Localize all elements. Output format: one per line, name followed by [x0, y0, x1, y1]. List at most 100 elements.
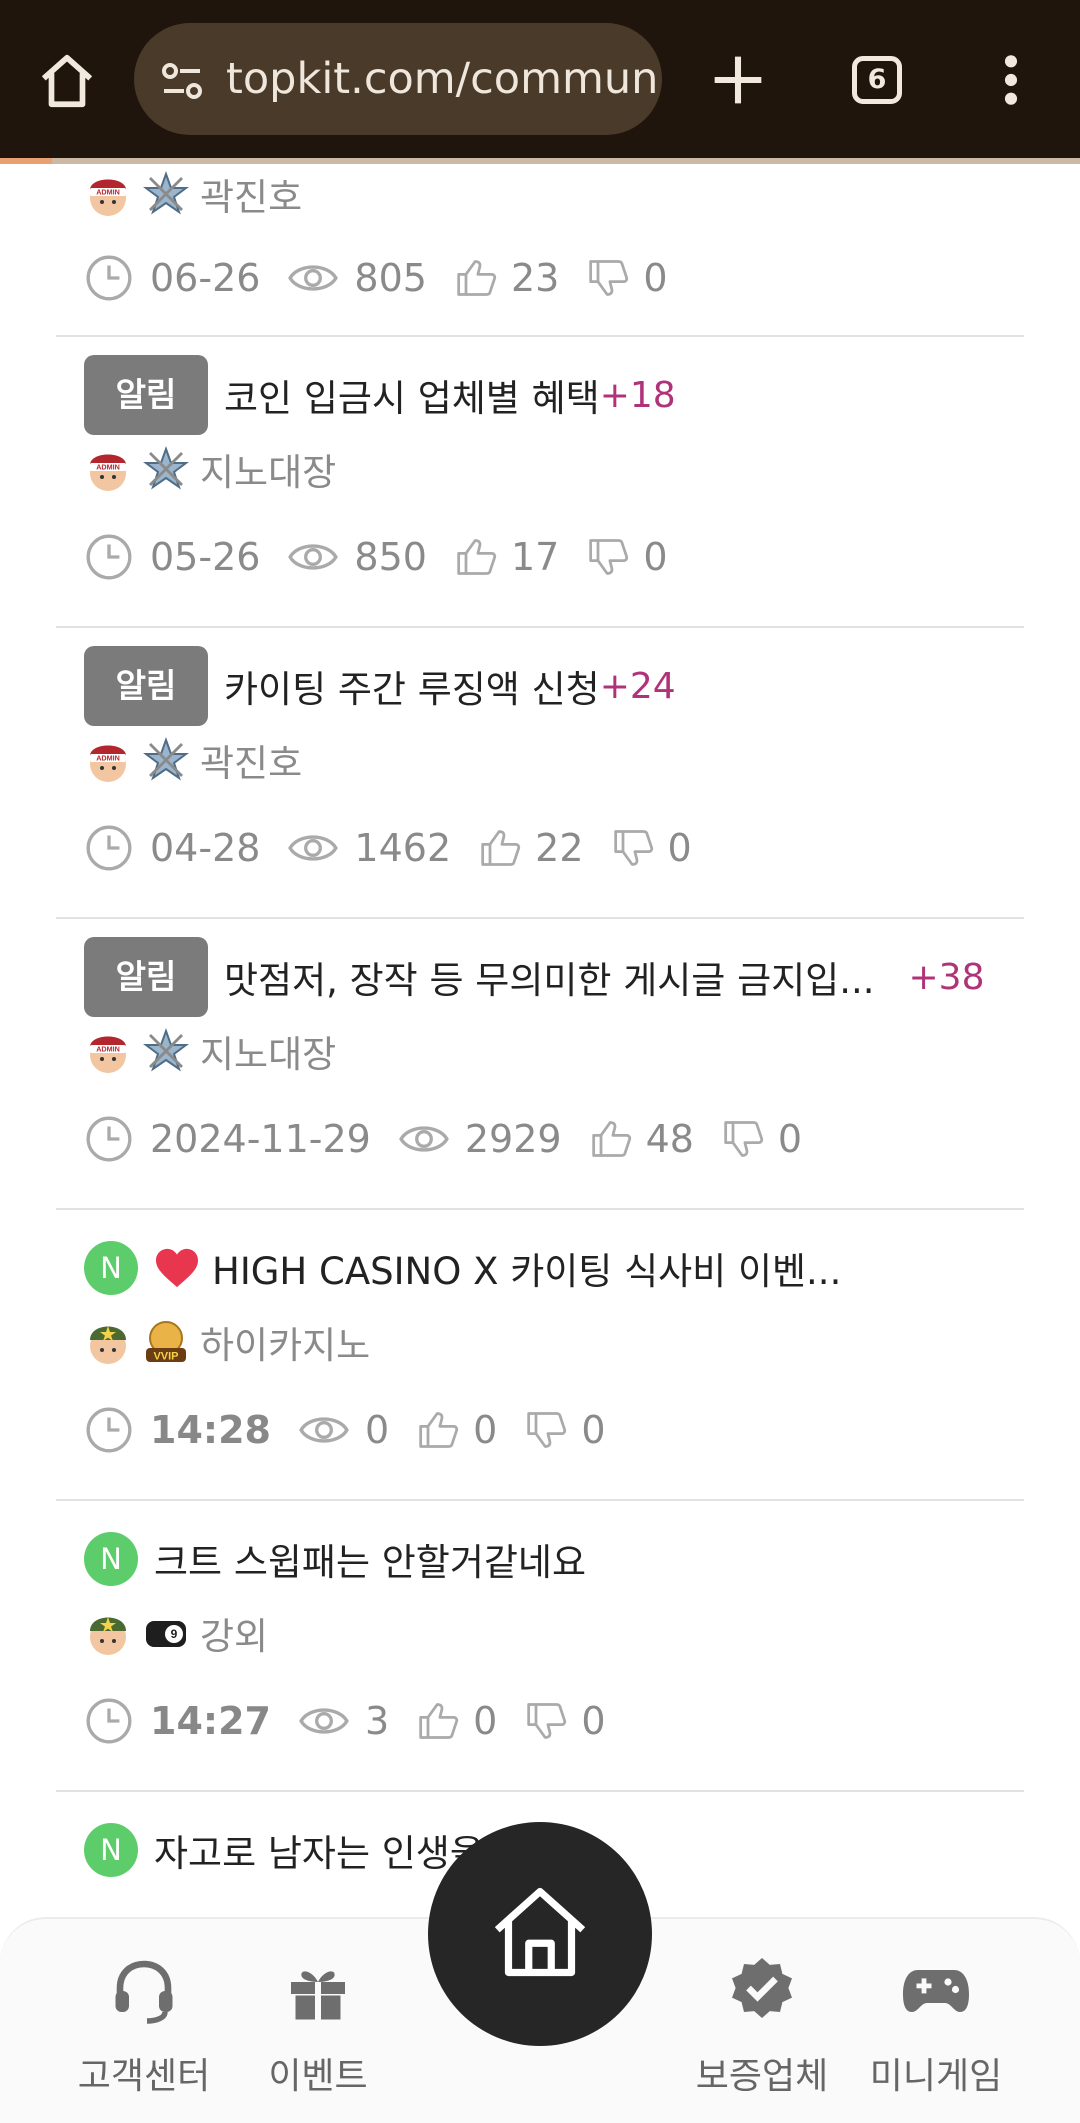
home-button[interactable] [428, 1822, 652, 2046]
list-item[interactable]: 곽진호 06-26 805 23 0 [56, 164, 1024, 337]
post-meta: 04-28 1462 22 0 [84, 818, 720, 878]
dislike-count: 0 [777, 1117, 803, 1161]
post-title[interactable]: 카이팅 주간 루징액 신청 [224, 659, 600, 713]
more-menu-icon[interactable] [996, 52, 1026, 108]
post-meta: 14:28 0 0 0 [84, 1400, 634, 1460]
post-date: 06-26 [150, 256, 261, 300]
eye-icon [399, 1126, 449, 1152]
nav-support[interactable]: 고객센터 [54, 1919, 234, 2123]
thumbs-up-icon [457, 260, 497, 296]
clock-icon [86, 534, 132, 580]
post-author: 지노대장 [84, 439, 336, 499]
clock-icon [86, 1407, 132, 1453]
rank-star-icon [144, 172, 188, 214]
browser-toolbar: topkit.com/communi 6 [0, 0, 1080, 158]
eye-icon [288, 835, 339, 861]
author-name[interactable]: 하이카지노 [200, 1315, 370, 1369]
list-item[interactable]: 알림 코인 입금시 업체별 혜택 +18 지노대장 05-26 850 17 0 [56, 337, 1024, 628]
dislike-count: 0 [581, 1408, 606, 1452]
post-title-row[interactable]: 알림 맛점저, 장작 등 무의미한 게시글 금지입... +38 [84, 937, 984, 1017]
post-author: 강외 [84, 1603, 268, 1663]
nav-verified-label: 보증업체 [695, 2056, 829, 2097]
rank-star-icon [144, 447, 188, 489]
list-item[interactable]: N 크트 스윕패는 안할거같네요 강외 14:27 3 0 0 [56, 1501, 1024, 1792]
eye-icon [299, 1417, 349, 1443]
comment-count: +18 [599, 374, 676, 416]
post-date: 05-26 [150, 535, 261, 579]
verified-badge-icon [732, 1958, 792, 2018]
post-author: 곽진호 [84, 164, 302, 224]
thumbs-up-icon [481, 830, 521, 866]
view-count: 2929 [464, 1117, 562, 1161]
thumbs-down-icon [589, 539, 629, 575]
tab-switcher-button[interactable]: 6 [852, 56, 902, 104]
view-count: 1462 [354, 826, 452, 870]
eye-icon [288, 544, 339, 570]
home-icon [494, 1887, 586, 1977]
thumbs-down-icon [527, 1412, 567, 1448]
list-item[interactable]: N HIGH CASINO X 카이팅 식사비 이벤... 하이카지노 14:2… [56, 1210, 1024, 1501]
post-author: 하이카지노 [84, 1312, 370, 1372]
comment-count: +24 [599, 665, 676, 707]
address-bar[interactable]: topkit.com/communi [134, 23, 662, 135]
author-name[interactable]: 지노대장 [200, 442, 336, 496]
post-title[interactable]: 맛점저, 장작 등 무의미한 게시글 금지입... [224, 950, 875, 1004]
thumbs-down-icon [527, 1703, 567, 1739]
post-title[interactable]: HIGH CASINO X 카이팅 식사비 이벤... [212, 1241, 841, 1295]
thumbs-down-icon [589, 260, 629, 296]
author-name[interactable]: 지노대장 [200, 1024, 336, 1078]
comment-count: +38 [908, 956, 985, 998]
rank-star-icon [144, 738, 188, 780]
nav-minigame[interactable]: 미니게임 [846, 1919, 1026, 2123]
nav-events[interactable]: 이벤트 [228, 1919, 408, 2123]
like-count: 22 [535, 826, 584, 870]
list-item[interactable]: 알림 카이팅 주간 루징액 신청 +24 곽진호 04-28 1462 22 0 [56, 628, 1024, 919]
new-badge: N [84, 1532, 138, 1586]
new-tab-icon[interactable] [710, 52, 766, 108]
post-title-row[interactable]: 알림 코인 입금시 업체별 혜택 +18 [84, 355, 676, 435]
post-title-row[interactable]: 알림 카이팅 주간 루징액 신청 +24 [84, 646, 676, 726]
post-list: 곽진호 06-26 805 23 0 알림 코인 입금시 업체별 혜택 +18 … [56, 164, 1024, 1932]
thumbs-up-icon [419, 1412, 459, 1448]
like-count: 0 [473, 1408, 498, 1452]
notice-badge: 알림 [84, 646, 208, 726]
nav-support-label: 고객센터 [77, 2056, 211, 2097]
view-count: 850 [354, 535, 427, 579]
like-count: 0 [473, 1699, 498, 1743]
dislike-count: 0 [643, 535, 668, 579]
list-item[interactable]: 알림 맛점저, 장작 등 무의미한 게시글 금지입... +38 지노대장 20… [56, 919, 1024, 1210]
like-count: 23 [510, 256, 560, 300]
thumbs-up-icon [457, 539, 497, 575]
soldier-avatar-icon [90, 1617, 126, 1655]
post-date: 14:28 [150, 1408, 271, 1452]
admin-avatar-icon [90, 745, 126, 782]
rank-star-icon [144, 1029, 188, 1071]
gift-icon [291, 1971, 345, 2020]
post-title[interactable]: 크트 스윕패는 안할거같네요 [154, 1532, 586, 1586]
author-name[interactable]: 강외 [200, 1606, 268, 1660]
url-text[interactable]: topkit.com/communi [226, 51, 656, 107]
post-author: 지노대장 [84, 1021, 336, 1081]
dislike-count: 0 [643, 256, 668, 300]
dislike-count: 0 [667, 826, 692, 870]
new-badge: N [84, 1823, 138, 1877]
thumbs-up-icon [591, 1121, 631, 1157]
author-name[interactable]: 곽진호 [200, 167, 302, 221]
clock-icon [86, 1116, 132, 1162]
post-title[interactable]: 코인 입금시 업체별 혜택 [224, 368, 600, 422]
nav-events-label: 이벤트 [268, 2056, 368, 2097]
author-name[interactable]: 곽진호 [200, 733, 302, 787]
post-title[interactable]: 자고로 남자는 인생을 [154, 1823, 484, 1877]
nav-verified[interactable]: 보증업체 [672, 1919, 852, 2123]
clock-icon [86, 255, 132, 301]
post-meta: 14:27 3 0 0 [84, 1691, 634, 1751]
eye-icon [288, 265, 339, 291]
post-title-row[interactable]: N HIGH CASINO X 카이팅 식사비 이벤... [84, 1228, 841, 1308]
post-title-row[interactable]: N 크트 스윕패는 안할거같네요 [84, 1519, 586, 1599]
thumbs-up-icon [419, 1703, 459, 1739]
post-meta: 2024-11-29 2929 48 0 [84, 1109, 830, 1169]
home-icon[interactable] [36, 50, 98, 112]
site-settings-icon[interactable] [158, 57, 206, 105]
post-meta: 05-26 850 17 0 [84, 527, 696, 587]
admin-avatar-icon [90, 1036, 126, 1073]
